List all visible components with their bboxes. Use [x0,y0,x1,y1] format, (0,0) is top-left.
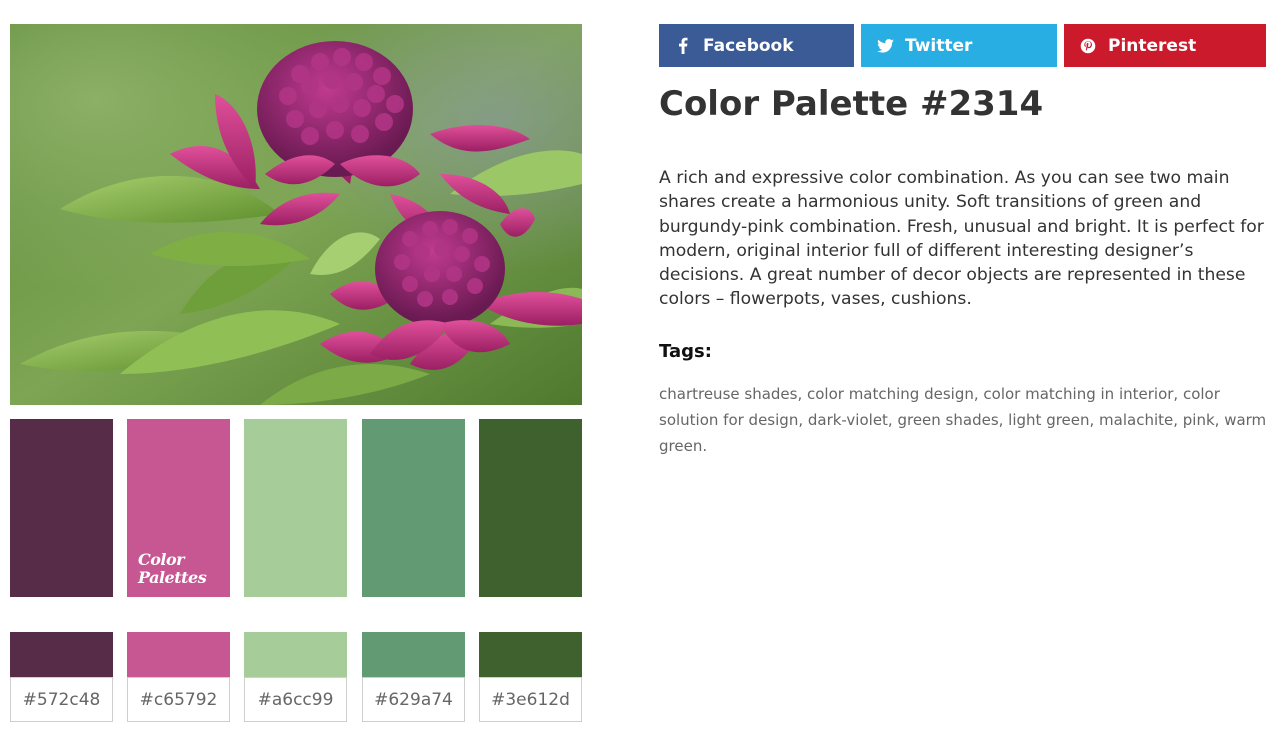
palette-photo [10,24,582,405]
swatch-large-2[interactable]: Color Palettes [127,419,230,597]
twitter-share-button[interactable]: Twitter [861,24,1057,67]
color-palettes-watermark: Color Palettes [138,550,207,587]
facebook-icon [673,36,693,56]
pinterest-share-button[interactable]: Pinterest [1064,24,1266,67]
hex-code-3[interactable]: #a6cc99 [244,677,347,722]
hex-code-1[interactable]: #572c48 [10,677,113,722]
hex-code-5[interactable]: #3e612d [479,677,582,722]
facebook-share-button[interactable]: Facebook [659,24,854,67]
swatch-small-2[interactable] [127,632,230,677]
hex-code-4[interactable]: #629a74 [362,677,465,722]
twitter-icon [875,36,895,56]
page-title: Color Palette #2314 [659,84,1044,124]
palette-description: A rich and expressive color combination.… [659,168,1264,310]
swatch-large-1[interactable] [10,419,113,597]
hex-code-2[interactable]: #c65792 [127,677,230,722]
waratah-flower-image [10,24,582,405]
swatch-large-5[interactable] [479,419,582,597]
swatch-small-4[interactable] [362,632,465,677]
watermark-line-2: Palettes [138,568,207,587]
swatch-small-1[interactable] [10,632,113,677]
facebook-label: Facebook [703,35,794,56]
twitter-label: Twitter [905,35,973,56]
tags-heading: Tags: [659,341,712,362]
tags-list: chartreuse shades, color matching design… [659,385,1267,455]
swatch-large-4[interactable] [362,419,465,597]
pinterest-label: Pinterest [1108,35,1197,56]
swatch-small-5[interactable] [479,632,582,677]
swatch-large-3[interactable] [244,419,347,597]
pinterest-icon [1078,36,1098,56]
watermark-line-1: Color [138,550,185,569]
swatch-small-3[interactable] [244,632,347,677]
